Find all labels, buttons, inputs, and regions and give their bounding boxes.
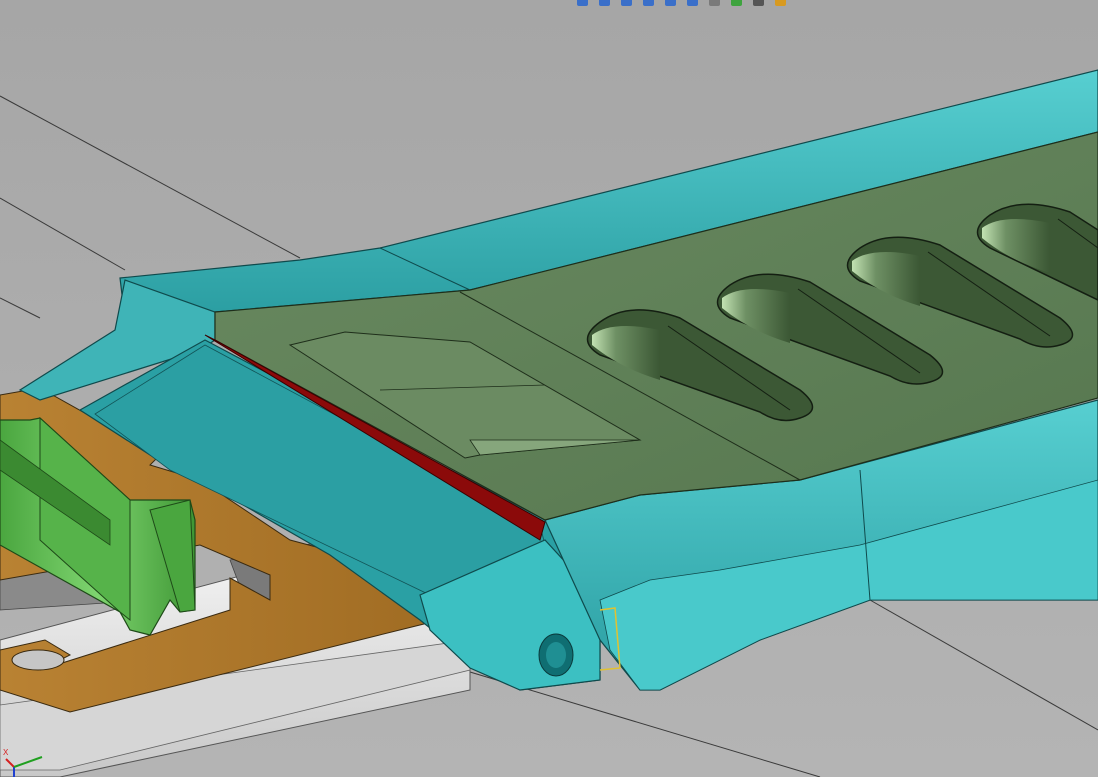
section-view-icon bbox=[642, 0, 654, 6]
view-settings-button[interactable] bbox=[772, 0, 788, 7]
apply-scene-button[interactable] bbox=[750, 0, 766, 7]
triad-x-axis bbox=[5, 758, 15, 768]
edit-appearance-icon bbox=[730, 0, 742, 6]
triad-x-label: X bbox=[3, 748, 9, 757]
display-style-button[interactable] bbox=[684, 0, 700, 7]
triad-z-axis bbox=[13, 756, 43, 768]
previous-view-icon bbox=[620, 0, 632, 6]
hide-show-items-icon bbox=[708, 0, 720, 6]
previous-view-button[interactable] bbox=[618, 0, 634, 7]
hide-show-items-button[interactable] bbox=[706, 0, 722, 7]
coordinate-triad: X bbox=[3, 748, 43, 777]
apply-scene-icon bbox=[752, 0, 764, 6]
edit-appearance-button[interactable] bbox=[728, 0, 744, 7]
view-orientation-button[interactable] bbox=[662, 0, 678, 7]
3d-model-scene[interactable] bbox=[0, 0, 1098, 777]
zoom-to-fit-icon bbox=[576, 0, 588, 6]
view-orientation-icon bbox=[664, 0, 676, 6]
heads-up-view-toolbar bbox=[574, 0, 788, 7]
section-view-button[interactable] bbox=[640, 0, 656, 7]
zoom-to-area-button[interactable] bbox=[596, 0, 612, 7]
graphics-viewport[interactable]: X bbox=[0, 0, 1098, 777]
pcb-mounting-hole bbox=[11, 649, 65, 671]
view-settings-icon bbox=[774, 0, 786, 6]
zoom-to-area-icon bbox=[598, 0, 610, 6]
display-style-icon bbox=[686, 0, 698, 6]
zoom-to-fit-button[interactable] bbox=[574, 0, 590, 7]
